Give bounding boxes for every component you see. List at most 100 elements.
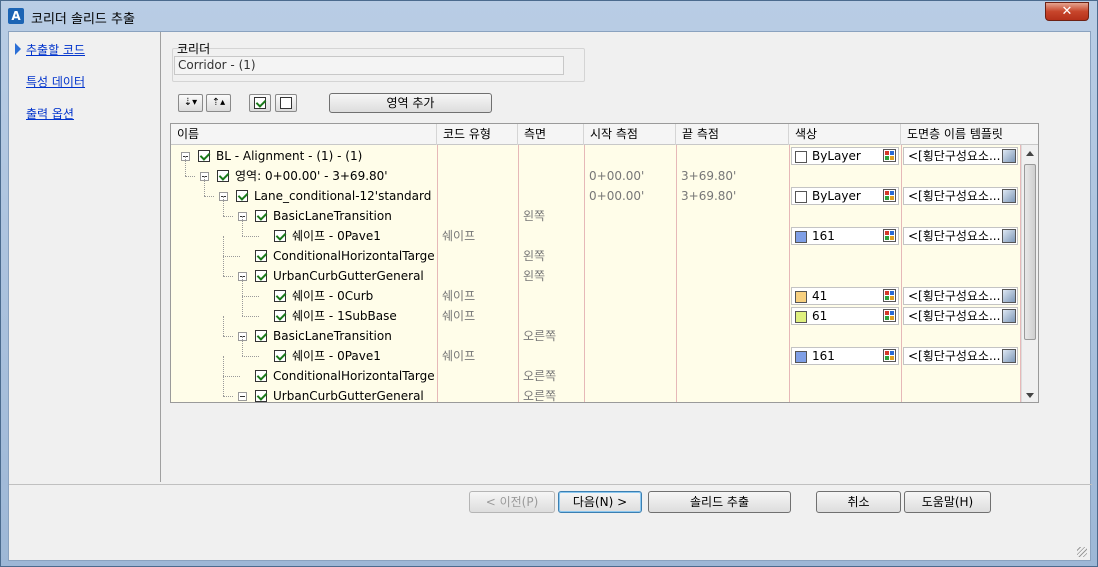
layer-template-field[interactable]: <[횡단구성요소... [903,287,1018,305]
edit-template-icon[interactable] [1002,149,1016,163]
color-palette-icon[interactable] [883,349,896,362]
row-checkbox[interactable] [198,150,210,162]
tree-connector-line [242,356,259,357]
scroll-down-arrow-icon[interactable] [1026,393,1034,398]
tree-row[interactable]: 쉐이프 - 1SubBase 쉐이프 61 <[횡단구성요소... [171,296,1022,326]
row-checkbox[interactable] [274,350,286,362]
tree-connector-line [223,216,233,217]
row-checkbox[interactable] [255,210,267,222]
tree-connector-line [242,216,243,236]
tree-row[interactable]: UrbanCurbGutterGeneral 오른쪽 [171,376,1022,402]
row-checkbox[interactable] [274,290,286,302]
color-palette-icon[interactable] [883,149,896,162]
edit-template-icon[interactable] [1002,229,1016,243]
color-swatch [795,231,807,243]
back-button[interactable]: < 이전(P) [469,491,555,513]
tree-row[interactable]: BasicLaneTransition 오른쪽 [171,316,1022,346]
row-checkbox[interactable] [255,390,267,402]
next-button[interactable]: 다음(N) > [558,491,642,513]
tree-connector-line [204,176,205,196]
row-side [523,166,583,186]
row-side [523,306,583,326]
help-button[interactable]: 도움말(H) [904,491,991,513]
dialog-client-area: 추출할 코드 특성 데이터 출력 옵션 코리더 Corridor - (1) ⇣… [8,31,1092,561]
row-checkbox[interactable] [236,190,248,202]
expand-all-button[interactable]: ⇣▾ [178,94,203,112]
vertical-scrollbar[interactable] [1021,145,1038,402]
layer-template-value: <[횡단구성요소... [908,349,1001,363]
dialog-window: A 코리더 솔리드 추출 ✕ 추출할 코드 특성 데이터 출력 옵션 코리더 C… [0,0,1098,567]
layer-template-field[interactable]: <[횡단구성요소... [903,187,1018,205]
check-all-button[interactable] [249,94,271,112]
nav-item-property-data[interactable]: 특성 데이터 [26,73,85,90]
unchecked-checkbox-icon [280,97,292,109]
scroll-up-arrow-icon[interactable] [1026,151,1034,156]
row-checkbox[interactable] [217,170,229,182]
row-code-type: 쉐이프 [442,349,476,363]
color-palette-icon[interactable] [883,289,896,302]
column-header-name[interactable]: 이름 [171,124,437,145]
resize-grip-icon[interactable] [1077,547,1087,557]
row-code-type: 쉐이프 [442,309,476,323]
title-bar[interactable]: A 코리더 솔리드 추출 ✕ [1,1,1097,31]
layer-template-field[interactable]: <[횡단구성요소... [903,307,1018,325]
row-name: 쉐이프 - 1SubBase [292,309,397,323]
column-header-side[interactable]: 측면 [518,124,584,145]
column-header-start-station[interactable]: 시작 측점 [584,124,676,145]
collapse-all-button[interactable]: ⇡▴ [206,94,231,112]
row-end-station [681,266,787,286]
layer-template-field[interactable]: <[횡단구성요소... [903,147,1018,165]
close-button[interactable]: ✕ [1045,2,1089,21]
tree-row[interactable]: 쉐이프 - 0Curb 쉐이프 41 <[횡단구성요소... [171,276,1022,306]
tree-row[interactable]: ConditionalHorizontalTarget 오른쪽 [171,356,1022,386]
layer-template-field[interactable]: <[횡단구성요소... [903,227,1018,245]
tree-row[interactable]: ConditionalHorizontalTarget 왼쪽 [171,236,1022,266]
tree-row[interactable]: BasicLaneTransition 왼쪽 [171,196,1022,226]
layer-template-field[interactable]: <[횡단구성요소... [903,347,1018,365]
nav-item-codes-to-extract[interactable]: 추출할 코드 [26,41,85,58]
row-checkbox[interactable] [255,270,267,282]
tree-row[interactable]: Lane_conditional-12'standard 0+00.00' 3+69… [171,176,1022,206]
extract-solids-button[interactable]: 솔리드 추출 [648,491,791,513]
tree-connector-line [242,276,243,296]
row-checkbox[interactable] [255,330,267,342]
row-name: ConditionalHorizontalTarget [273,369,435,383]
color-palette-icon[interactable] [883,189,896,202]
tree-row[interactable]: BL - Alignment - (1) - (1) ByLayer <[횡단구성요… [171,146,1022,166]
tree-connector-line [223,396,233,397]
row-start-station [589,346,675,366]
row-end-station [681,286,787,306]
column-header-code-type[interactable]: 코드 유형 [437,124,518,145]
row-side: 왼쪽 [523,269,546,283]
add-region-button[interactable]: 영역 추가 [329,93,492,113]
row-checkbox[interactable] [274,310,286,322]
edit-template-icon[interactable] [1002,309,1016,323]
row-checkbox[interactable] [255,250,267,262]
collapse-toggle-icon[interactable] [238,392,247,401]
edit-template-icon[interactable] [1002,189,1016,203]
row-name: BasicLaneTransition [273,209,392,223]
row-checkbox[interactable] [255,370,267,382]
column-header-end-station[interactable]: 끝 측점 [676,124,789,145]
nav-item-output-options[interactable]: 출력 옵션 [26,105,74,122]
scrollbar-thumb[interactable] [1024,164,1036,340]
uncheck-all-button[interactable] [275,94,297,112]
cancel-button[interactable]: 취소 [816,491,901,513]
tree-row[interactable]: UrbanCurbGutterGeneral 왼쪽 [171,256,1022,286]
tree-row[interactable]: 영역: 0+00.00' - 3+69.80' 0+00.00' 3+69.80' [171,156,1022,186]
row-end-station [681,246,787,266]
row-code-type: 쉐이프 [442,289,476,303]
row-code-type [442,246,516,266]
row-end-station [681,226,787,246]
color-swatch [795,351,807,363]
color-palette-icon[interactable] [883,309,896,322]
row-checkbox[interactable] [274,230,286,242]
column-header-layer-template[interactable]: 도면층 이름 템플릿 [901,124,1038,145]
tree-connector-line [242,236,259,237]
edit-template-icon[interactable] [1002,289,1016,303]
column-header-color[interactable]: 색상 [789,124,901,145]
edit-template-icon[interactable] [1002,349,1016,363]
tree-row[interactable]: 쉐이프 - 0Pave1 쉐이프 161 <[횡단구성요소... [171,336,1022,366]
tree-row[interactable]: 쉐이프 - 0Pave1 쉐이프 161 <[횡단구성요소... [171,216,1022,246]
color-palette-icon[interactable] [883,229,896,242]
